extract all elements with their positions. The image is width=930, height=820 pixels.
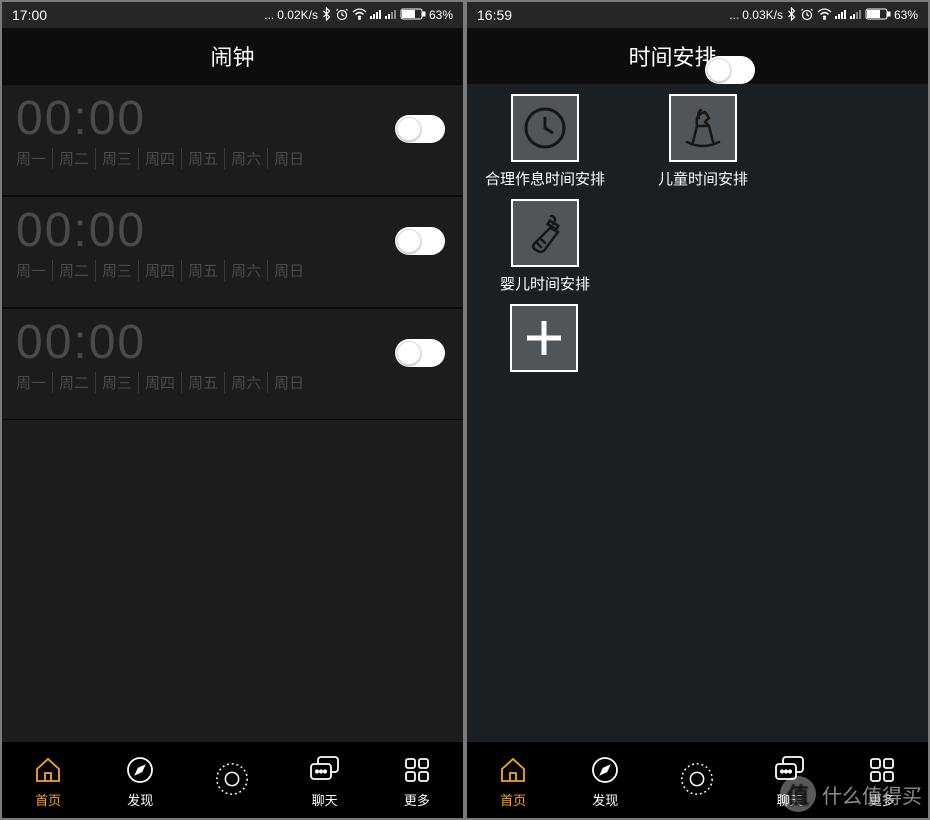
status-net-speed: 0.02K/s bbox=[277, 8, 318, 22]
sun-icon bbox=[214, 761, 250, 797]
battery-pct: 63% bbox=[429, 8, 453, 22]
nav-chat[interactable]: 聊天 bbox=[744, 752, 836, 809]
signal-icon-2 bbox=[850, 8, 862, 23]
nav-chat[interactable]: 聊天 bbox=[279, 752, 371, 809]
header-title: 时间安排 bbox=[628, 40, 716, 72]
left-screen: 17:00 ... 0.02K/s 63% bbox=[2, 2, 463, 818]
schedule-item-reasonable[interactable]: 合理作息时间安排 bbox=[475, 94, 615, 189]
status-right: ... 0.03K/s 63% bbox=[729, 7, 918, 24]
status-time: 16:59 bbox=[477, 7, 512, 23]
nav-more[interactable]: 更多 bbox=[836, 752, 928, 809]
battery-icon bbox=[865, 8, 891, 23]
signal-icon bbox=[835, 8, 847, 23]
alarm-row[interactable]: 00:00 周一周二周三周四周五周六周日 bbox=[2, 308, 463, 420]
home-icon bbox=[30, 752, 66, 788]
baby-bottle-icon bbox=[511, 199, 579, 267]
signal-icon-2 bbox=[385, 8, 397, 23]
alarm-toggle[interactable] bbox=[395, 115, 445, 143]
header-title: 闹钟 bbox=[210, 40, 254, 72]
alarm-time: 00:00 bbox=[16, 315, 449, 370]
alarm-days: 周一周二周三周四周五周六周日 bbox=[16, 148, 449, 169]
sun-icon bbox=[679, 761, 715, 797]
status-net-speed: 0.03K/s bbox=[742, 8, 783, 22]
alarm-row[interactable]: 00:00 周一周二周三周四周五周六周日 bbox=[2, 84, 463, 196]
nav-center[interactable] bbox=[186, 761, 278, 799]
alarm-time: 00:00 bbox=[16, 91, 449, 146]
signal-icon bbox=[370, 8, 382, 23]
rocking-horse-icon bbox=[669, 94, 737, 162]
alarm-toggle[interactable] bbox=[395, 339, 445, 367]
status-bar: 16:59 ... 0.03K/s 63% bbox=[467, 2, 928, 28]
alarm-days: 周一周二周三周四周五周六周日 bbox=[16, 260, 449, 281]
schedule-item-child[interactable]: 儿童时间安排 bbox=[633, 94, 773, 189]
header: 闹钟 bbox=[2, 28, 463, 84]
add-schedule-button[interactable] bbox=[510, 304, 578, 372]
alarm-time: 00:00 bbox=[16, 203, 449, 258]
alarm-row[interactable]: 00:00 周一周二周三周四周五周六周日 bbox=[2, 196, 463, 308]
schedule-master-toggle[interactable] bbox=[705, 56, 755, 84]
battery-icon bbox=[400, 8, 426, 23]
status-time: 17:00 bbox=[12, 7, 47, 23]
nav-discover[interactable]: 发现 bbox=[559, 752, 651, 809]
schedule-area: 合理作息时间安排 儿童时间安排 婴儿时间安排 bbox=[467, 84, 928, 742]
alarm-status-icon bbox=[800, 7, 814, 24]
grid-icon bbox=[864, 752, 900, 788]
status-bar: 17:00 ... 0.02K/s 63% bbox=[2, 2, 463, 28]
bluetooth-icon bbox=[786, 7, 797, 24]
status-right: ... 0.02K/s 63% bbox=[264, 7, 453, 24]
schedule-grid: 合理作息时间安排 儿童时间安排 婴儿时间安排 bbox=[475, 94, 920, 294]
nav-center[interactable] bbox=[651, 761, 743, 799]
alarm-list: 00:00 周一周二周三周四周五周六周日 00:00 周一周二周三周四周五周六周… bbox=[2, 84, 463, 742]
compass-icon bbox=[587, 752, 623, 788]
alarm-status-icon bbox=[335, 7, 349, 24]
grid-icon bbox=[399, 752, 435, 788]
nav-home[interactable]: 首页 bbox=[2, 752, 94, 809]
alarm-toggle[interactable] bbox=[395, 227, 445, 255]
bluetooth-icon bbox=[321, 7, 332, 24]
battery-pct: 63% bbox=[894, 8, 918, 22]
bottom-nav: 首页 发现 聊天 更多 bbox=[467, 742, 928, 818]
chat-icon bbox=[307, 752, 343, 788]
bottom-nav: 首页 发现 聊天 更多 bbox=[2, 742, 463, 818]
header: 时间安排 bbox=[467, 28, 928, 84]
chat-icon bbox=[772, 752, 808, 788]
clock-icon bbox=[511, 94, 579, 162]
wifi-icon bbox=[817, 8, 832, 23]
wifi-icon bbox=[352, 8, 367, 23]
right-screen: 16:59 ... 0.03K/s 63% 时间安排 合理作息时间安排 bbox=[467, 2, 928, 818]
alarm-days: 周一周二周三周四周五周六周日 bbox=[16, 372, 449, 393]
nav-home[interactable]: 首页 bbox=[467, 752, 559, 809]
nav-more[interactable]: 更多 bbox=[371, 752, 463, 809]
nav-discover[interactable]: 发现 bbox=[94, 752, 186, 809]
schedule-item-baby[interactable]: 婴儿时间安排 bbox=[475, 199, 615, 294]
home-icon bbox=[495, 752, 531, 788]
compass-icon bbox=[122, 752, 158, 788]
